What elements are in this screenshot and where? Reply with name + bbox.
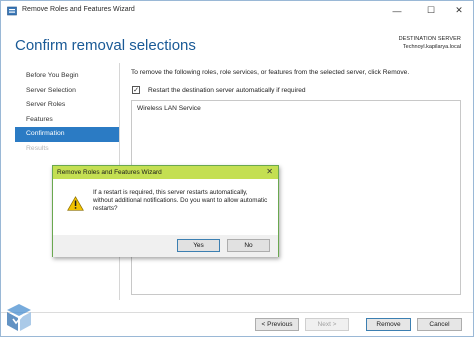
restart-checkbox[interactable]: ✓ [132, 86, 140, 94]
nav-item-features[interactable]: Features [15, 113, 119, 128]
restart-option[interactable]: ✓ Restart the destination server automat… [132, 86, 306, 94]
restart-confirm-dialog: Remove Roles and Features Wizard ✕ If a … [52, 165, 279, 257]
dialog-close-icon[interactable]: ✕ [266, 167, 273, 176]
cancel-button[interactable]: Cancel [417, 318, 462, 331]
minimize-icon: — [392, 5, 402, 16]
server-manager-icon [7, 6, 17, 16]
maximize-button[interactable]: ☐ [416, 2, 446, 19]
nav-item-results: Results [26, 144, 49, 152]
title-bar[interactable]: Remove Roles and Features Wizard — ☐ ✕ [1, 1, 473, 21]
warning-icon [67, 196, 84, 211]
list-item: Wireless LAN Service [137, 105, 201, 112]
next-button: Next > [305, 318, 349, 331]
maximize-icon: ☐ [426, 5, 436, 15]
close-icon: ✕ [455, 5, 463, 15]
destination-server-value: Technoyl.kapilarya.local [402, 44, 461, 50]
no-button[interactable]: No [227, 239, 270, 252]
destination-server-label: DESTINATION SERVER [398, 36, 461, 42]
window-title: Remove Roles and Features Wizard [22, 6, 135, 13]
nav-item-before-you-begin[interactable]: Before You Begin [15, 69, 119, 84]
site-logo-icon [7, 304, 31, 331]
yes-button[interactable]: Yes [177, 239, 220, 252]
nav-item-confirmation[interactable]: Confirmation [15, 127, 119, 142]
dialog-title: Remove Roles and Features Wizard [57, 169, 162, 176]
remove-button[interactable]: Remove [366, 318, 411, 331]
dialog-message: If a restart is required, this server re… [93, 189, 268, 213]
minimize-button[interactable]: — [382, 2, 412, 19]
checkmark-icon: ✓ [133, 86, 139, 94]
confirmation-description: To remove the following roles, role serv… [131, 69, 410, 76]
wizard-nav: Before You Begin Server Selection Server… [15, 69, 119, 156]
page-title: Confirm removal selections [15, 37, 196, 54]
dialog-title-bar[interactable]: Remove Roles and Features Wizard ✕ [53, 166, 278, 179]
dialog-footer: Yes No [53, 235, 278, 257]
previous-button[interactable]: < Previous [255, 318, 299, 331]
nav-item-server-selection[interactable]: Server Selection [15, 84, 119, 99]
close-button[interactable]: ✕ [444, 2, 474, 19]
nav-item-server-roles[interactable]: Server Roles [15, 98, 119, 113]
dialog-body: If a restart is required, this server re… [53, 179, 278, 235]
restart-checkbox-label[interactable]: Restart the destination server automatic… [148, 87, 306, 94]
footer-divider [1, 312, 473, 313]
